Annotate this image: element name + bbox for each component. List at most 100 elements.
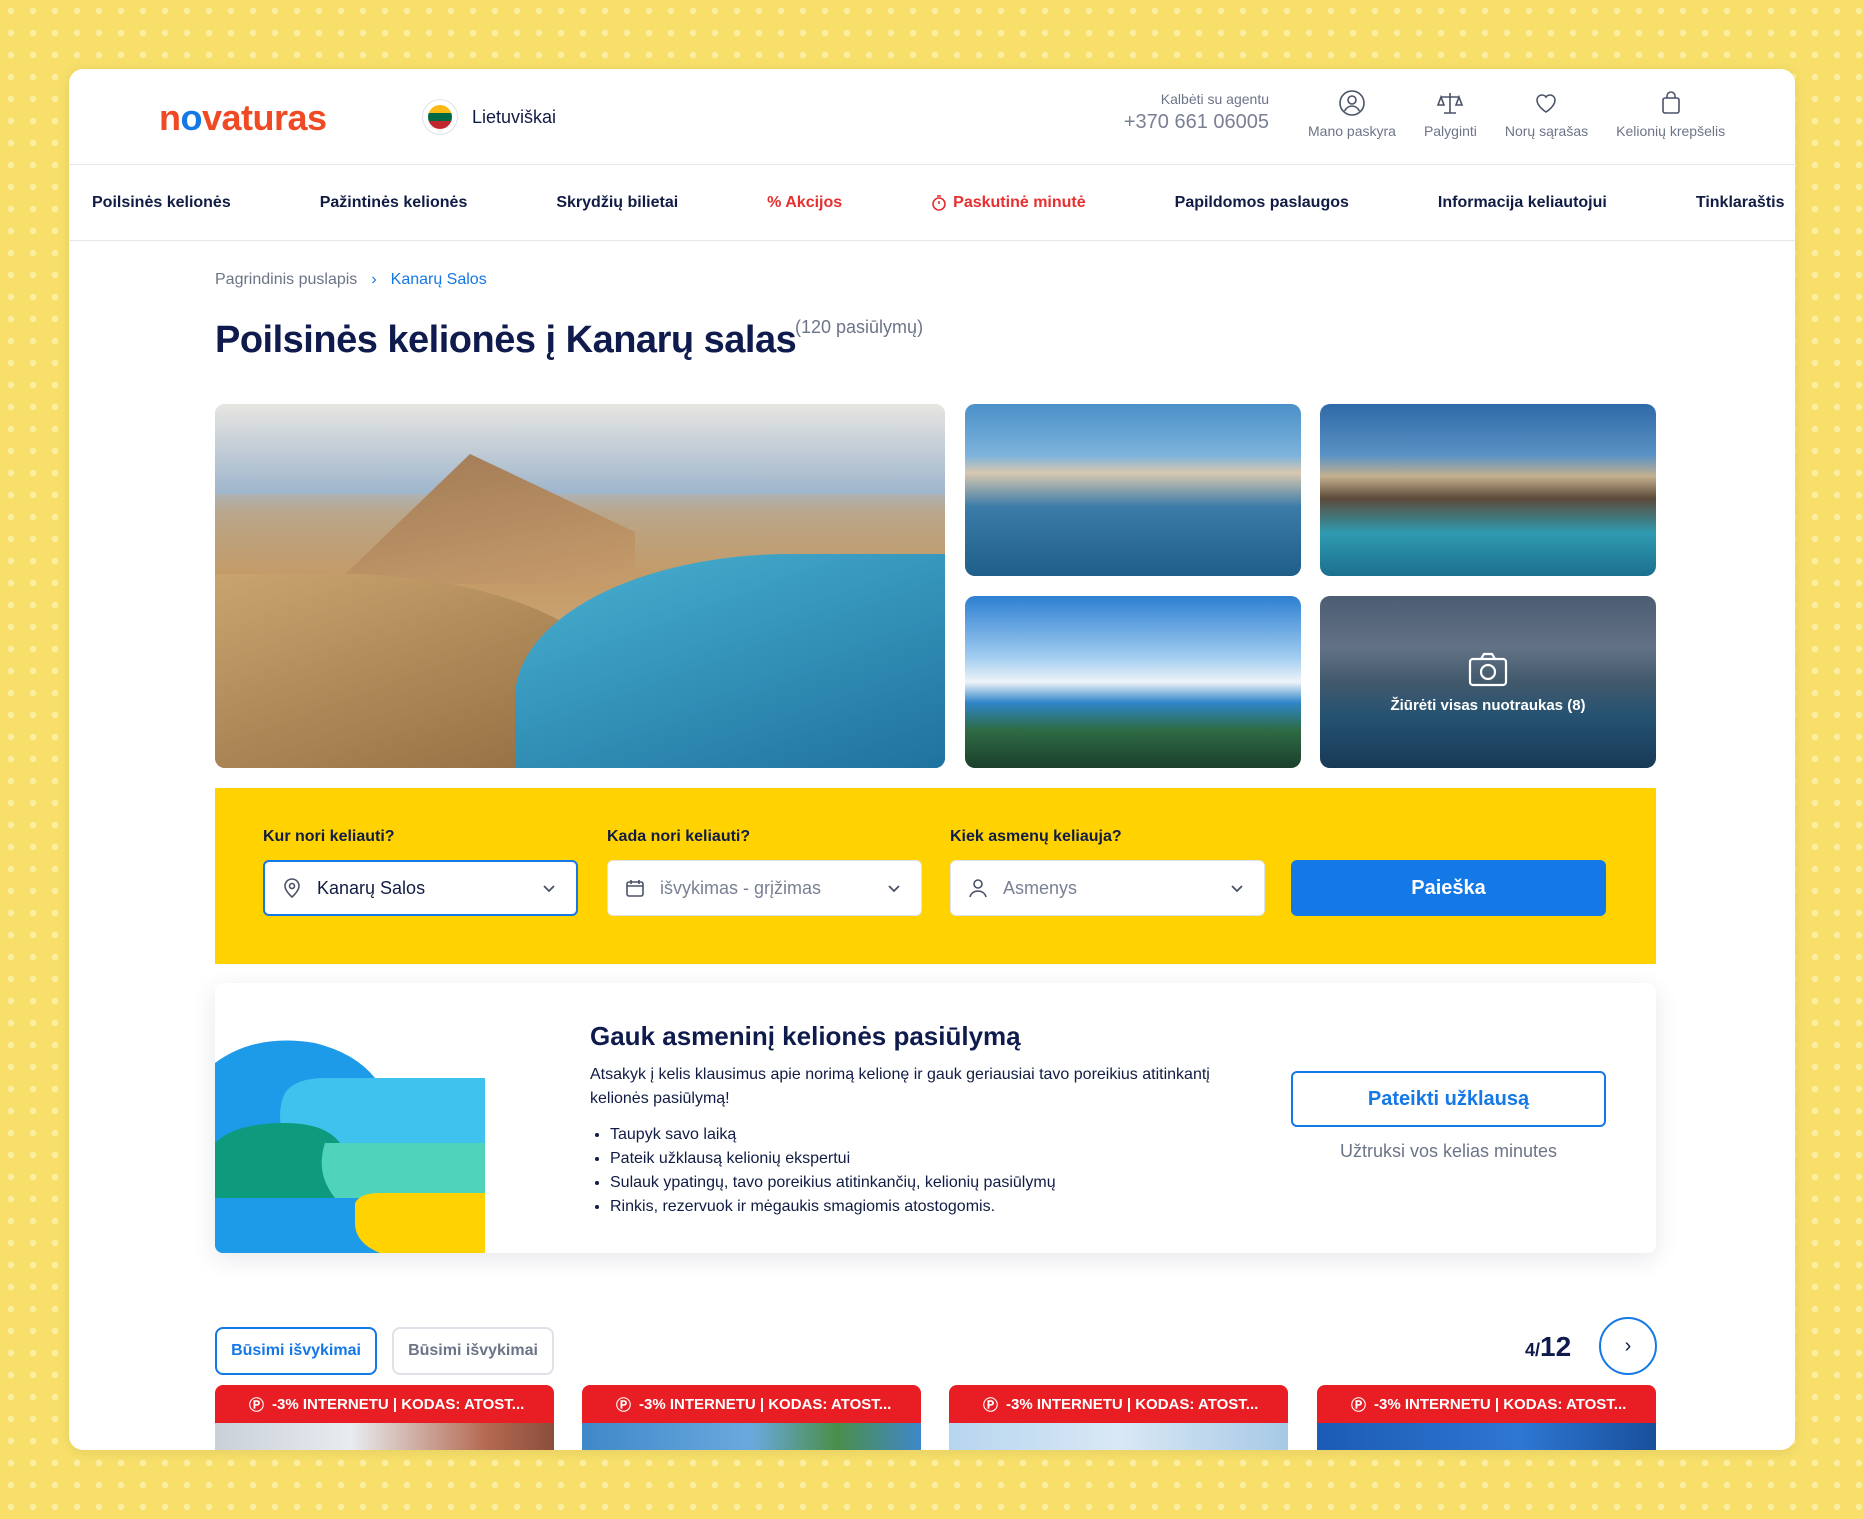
search-panel: Kur nori keliauti? Kanarų Salos Kada nor…	[215, 788, 1656, 964]
view-all-photos-label: Žiūrėti visas nuotraukas (8)	[1390, 696, 1586, 714]
offer-card-image	[215, 1423, 554, 1450]
search-button[interactable]: Paieška	[1291, 860, 1606, 916]
breadcrumb-home[interactable]: Pagrindinis puslapis	[215, 271, 357, 289]
travelers-field-group: Kiek asmenų keliauja? Asmenys	[950, 828, 1265, 916]
calendar-icon	[626, 880, 644, 897]
decorative-waves-illustration	[215, 983, 485, 1253]
list-item: Sulauk ypatingų, tavo poreikius atitinka…	[610, 1171, 1056, 1195]
offer-card[interactable]: Ⓟ -3% INTERNETU | KODAS: ATOST...	[949, 1385, 1288, 1450]
destination-field-group: Kur nori keliauti? Kanarų Salos	[263, 828, 578, 916]
offer-card[interactable]: Ⓟ -3% INTERNETU | KODAS: ATOST...	[582, 1385, 921, 1450]
nav-item-blog[interactable]: Tinklaraštis	[1696, 194, 1785, 212]
compare-label: Palyginti	[1423, 123, 1477, 139]
account-label: Mano paskyra	[1308, 123, 1396, 139]
camera-icon	[1468, 652, 1508, 686]
nav-item-last-minute[interactable]: Paskutinė minutė	[931, 193, 1086, 212]
list-item: Taupyk savo laiką	[610, 1123, 1056, 1147]
heart-icon	[1536, 94, 1557, 113]
tab-upcoming-departures[interactable]: Būsimi išvykimai	[215, 1327, 377, 1375]
pager-current: 4/	[1525, 1340, 1541, 1360]
pager-total: 12	[1540, 1331, 1572, 1362]
gallery-photo[interactable]	[965, 596, 1301, 768]
personal-offer-card: Gauk asmeninį kelionės pasiūlymą Atsakyk…	[215, 983, 1656, 1253]
compare-scale-icon	[1437, 93, 1464, 114]
offer-benefits-list: Taupyk savo laiką Pateik užklausą kelion…	[610, 1123, 1056, 1219]
chevron-down-icon	[888, 885, 900, 893]
main-nav: Poilsinės kelionės Pažintinės kelionės S…	[69, 165, 1795, 241]
discount-badge-label: -3% INTERNETU | KODAS: ATOST...	[1374, 1395, 1627, 1413]
offer-count: (120 pasiūlymų)	[795, 317, 924, 337]
nav-item-last-minute-label: Paskutinė minutė	[953, 193, 1086, 211]
discount-badge-label: -3% INTERNETU | KODAS: ATOST...	[639, 1395, 892, 1413]
carousel-pager: 4/12	[1525, 1331, 1571, 1363]
tab-upcoming-departures-secondary[interactable]: Būsimi išvykimai	[392, 1327, 554, 1375]
chevron-right-icon: ›	[371, 271, 377, 288]
agent-phone[interactable]: +370 661 06005	[1109, 111, 1269, 134]
location-pin-icon	[284, 878, 300, 899]
gallery-view-all-photo[interactable]: Žiūrėti visas nuotraukas (8)	[1320, 596, 1656, 768]
percent-icon: Ⓟ	[983, 1396, 999, 1414]
dates-placeholder: išvykimas - grįžimas	[660, 877, 822, 898]
cart-bag-icon	[1661, 91, 1680, 114]
discount-badge: Ⓟ -3% INTERNETU | KODAS: ATOST...	[949, 1385, 1288, 1423]
offer-card[interactable]: Ⓟ -3% INTERNETU | KODAS: ATOST...	[215, 1385, 554, 1450]
travelers-select[interactable]: Asmenys	[950, 860, 1265, 916]
header-actions: Mano paskyra Palyginti Norų sąrašas Keli…	[1294, 89, 1739, 139]
gallery-main-photo[interactable]	[215, 404, 945, 768]
agent-contact[interactable]: Kalbėti su agentu +370 661 06005	[1109, 91, 1269, 134]
gallery-photo[interactable]	[965, 404, 1301, 576]
logo-text: novaturas	[159, 97, 327, 138]
lithuania-flag-icon	[422, 99, 458, 135]
discount-badge: Ⓟ -3% INTERNETU | KODAS: ATOST...	[215, 1385, 554, 1423]
page-card: novaturas Lietuviškai Kalbėti su agentu …	[69, 69, 1795, 1450]
top-bar: novaturas Lietuviškai Kalbėti su agentu …	[69, 69, 1795, 165]
nav-item-deals[interactable]: % Akcijos	[767, 194, 842, 212]
carousel-next-button[interactable]: ›	[1599, 1317, 1657, 1375]
language-label: Lietuviškai	[472, 106, 557, 127]
language-selector[interactable]: Lietuviškai	[422, 99, 556, 135]
gallery-photo[interactable]	[1320, 404, 1656, 576]
agent-label: Kalbėti su agentu	[1160, 91, 1269, 107]
chevron-right-icon: ›	[1624, 1334, 1632, 1357]
dates-field-group: Kada nori keliauti? išvykimas - grįžimas	[607, 828, 922, 916]
submit-request-button[interactable]: Pateikti užklausą	[1291, 1071, 1606, 1127]
offer-card[interactable]: Ⓟ -3% INTERNETU | KODAS: ATOST...	[1317, 1385, 1656, 1450]
user-icon	[1339, 90, 1365, 116]
wishlist-button[interactable]: Norų sąrašas	[1491, 89, 1602, 139]
page-title: Poilsinės kelionės į Kanarų salas	[215, 319, 797, 361]
dates-label: Kada nori keliauti?	[607, 828, 751, 845]
nav-item-extra-services[interactable]: Papildomos paslaugos	[1175, 194, 1349, 212]
offer-heading: Gauk asmeninį kelionės pasiūlymą	[590, 1021, 1021, 1051]
destination-select[interactable]: Kanarų Salos	[263, 860, 578, 916]
person-icon	[969, 879, 987, 898]
cart-label: Kelionių krepšelis	[1616, 123, 1726, 139]
breadcrumb: Pagrindinis puslapis › Kanarų Salos	[215, 271, 487, 289]
discount-badge-label: -3% INTERNETU | KODAS: ATOST...	[1006, 1395, 1259, 1413]
account-button[interactable]: Mano paskyra	[1294, 89, 1410, 139]
nav-item-traveler-info[interactable]: Informacija keliautojui	[1438, 194, 1607, 212]
nav-item-flights[interactable]: Skrydžių bilietai	[556, 194, 678, 212]
stopwatch-icon	[932, 194, 946, 211]
nav-item-leisure[interactable]: Poilsinės kelionės	[92, 194, 231, 212]
cart-button[interactable]: Kelionių krepšelis	[1602, 89, 1739, 139]
offer-card-image	[1317, 1423, 1656, 1450]
dates-select[interactable]: išvykimas - grįžimas	[607, 860, 922, 916]
list-item: Pateik užklausą kelionių ekspertui	[610, 1147, 1056, 1171]
breadcrumb-current[interactable]: Kanarų Salos	[391, 271, 487, 289]
nav-item-sightseeing[interactable]: Pažintinės kelionės	[320, 194, 468, 212]
chevron-down-icon	[543, 885, 555, 893]
offer-card-image	[949, 1423, 1288, 1450]
travelers-placeholder: Asmenys	[1003, 877, 1078, 898]
destination-label: Kur nori keliauti?	[263, 828, 395, 845]
chevron-down-icon	[1231, 885, 1243, 893]
destination-value: Kanarų Salos	[317, 877, 426, 898]
offer-note: Užtruksi vos kelias minutes	[1339, 1141, 1558, 1161]
discount-badge: Ⓟ -3% INTERNETU | KODAS: ATOST...	[1317, 1385, 1656, 1423]
discount-badge-label: -3% INTERNETU | KODAS: ATOST...	[272, 1395, 525, 1413]
logo[interactable]: novaturas	[159, 97, 327, 139]
travelers-label: Kiek asmenų keliauja?	[950, 828, 1122, 845]
compare-button[interactable]: Palyginti	[1410, 89, 1491, 139]
percent-icon: Ⓟ	[616, 1396, 632, 1414]
discount-badge: Ⓟ -3% INTERNETU | KODAS: ATOST...	[582, 1385, 921, 1423]
wishlist-label: Norų sąrašas	[1504, 123, 1589, 139]
